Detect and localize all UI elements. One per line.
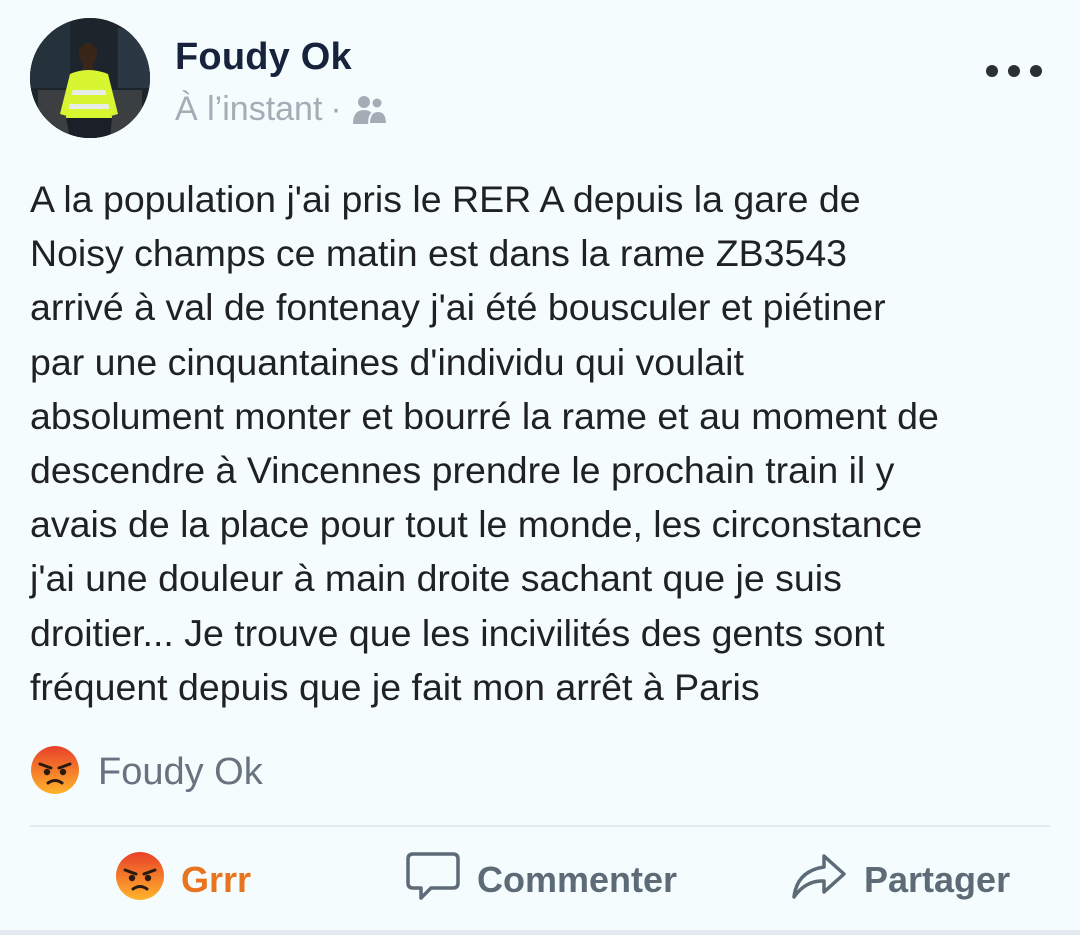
profile-photo [30,18,150,138]
reaction-names[interactable]: Foudy Ok [98,751,263,794]
reaction-summary[interactable]: Foudy Ok [30,744,263,800]
more-dot [1008,65,1020,77]
comment-button-label: Commenter [477,859,678,900]
comment-icon [405,850,461,911]
post-meta: À l’instant · [175,90,390,129]
post-card: Foudy Ok À l’instant · A la population j… [0,0,1080,935]
more-dot [1030,65,1042,77]
react-button[interactable]: Grrr [115,850,251,910]
meta-separator: · [330,90,342,128]
divider [30,825,1050,827]
post-header: Foudy Ok À l’instant · [30,18,1070,138]
share-button[interactable]: Partager [790,850,1010,910]
avatar[interactable] [30,18,150,138]
friends-icon[interactable] [350,94,390,126]
angry-emoji-icon [115,851,165,910]
bottom-divider [0,930,1080,935]
author-name[interactable]: Foudy Ok [175,36,352,79]
comment-button[interactable]: Commenter [405,850,677,910]
more-dot [986,65,998,77]
share-button-label: Partager [864,859,1011,900]
action-bar: Grrr Commenter Partager [0,840,1080,920]
more-options-icon[interactable] [986,60,1042,82]
angry-emoji-icon [30,745,80,800]
react-button-label: Grrr [181,859,252,900]
post-body-text: A la population j'ai pris le RER A depui… [30,178,939,708]
share-icon [790,850,848,911]
post-timestamp[interactable]: À l’instant [175,90,322,129]
